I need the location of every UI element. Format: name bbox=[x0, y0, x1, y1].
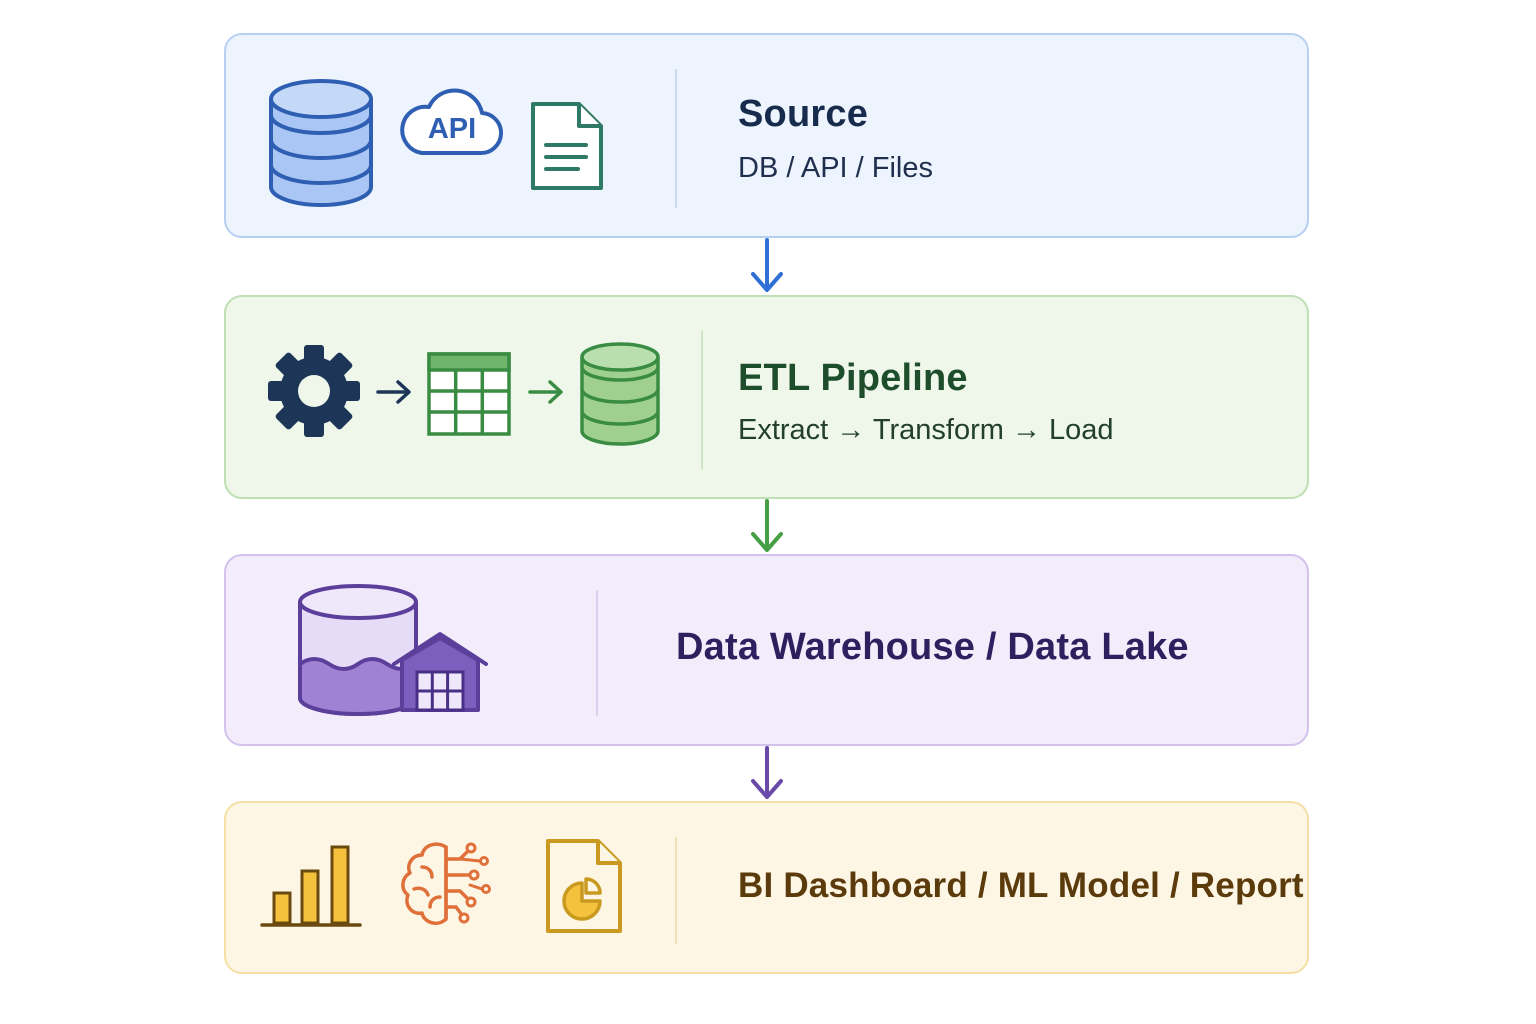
table-grid-icon bbox=[427, 352, 511, 436]
api-badge: API bbox=[428, 113, 476, 145]
report-pie-icon bbox=[546, 839, 622, 933]
stage-divider bbox=[675, 69, 677, 208]
connector-arrow-etl-warehouse bbox=[751, 499, 783, 552]
stage-divider bbox=[596, 590, 598, 716]
api-cloud-icon: API bbox=[400, 88, 504, 156]
stage-divider bbox=[675, 837, 677, 944]
brain-circuit-icon bbox=[401, 842, 491, 925]
stage-title: ETL Pipeline bbox=[738, 357, 968, 399]
pipeline-diagram: API Source DB / API / Files ETL Pipeline… bbox=[0, 0, 1536, 1024]
database-icon bbox=[269, 79, 373, 207]
bar-chart-icon bbox=[260, 845, 362, 927]
stage-divider bbox=[701, 331, 703, 469]
file-document-icon bbox=[531, 102, 603, 190]
stage-subtitle: DB / API / Files bbox=[738, 152, 933, 184]
warehouse-icon bbox=[392, 632, 488, 712]
stage-source: API Source DB / API / Files bbox=[224, 33, 1309, 238]
gear-icon bbox=[268, 345, 360, 437]
stage-title: Source bbox=[738, 93, 869, 135]
arrow-right-icon bbox=[528, 380, 563, 404]
stage-subtitle: Extract → Transform → Load bbox=[738, 414, 1114, 446]
database-icon bbox=[580, 342, 660, 446]
connector-arrow-source-etl bbox=[751, 238, 783, 292]
stage-output: BI Dashboard / ML Model / Report bbox=[224, 801, 1309, 974]
connector-arrow-warehouse-output bbox=[751, 746, 783, 799]
arrow-right-icon bbox=[376, 380, 411, 404]
stage-title: Data Warehouse / Data Lake bbox=[676, 626, 1189, 668]
stage-warehouse: Data Warehouse / Data Lake bbox=[224, 554, 1309, 746]
stage-title: BI Dashboard / ML Model / Report bbox=[738, 866, 1304, 905]
stage-etl: ETL Pipeline Extract → Transform → Load bbox=[224, 295, 1309, 499]
